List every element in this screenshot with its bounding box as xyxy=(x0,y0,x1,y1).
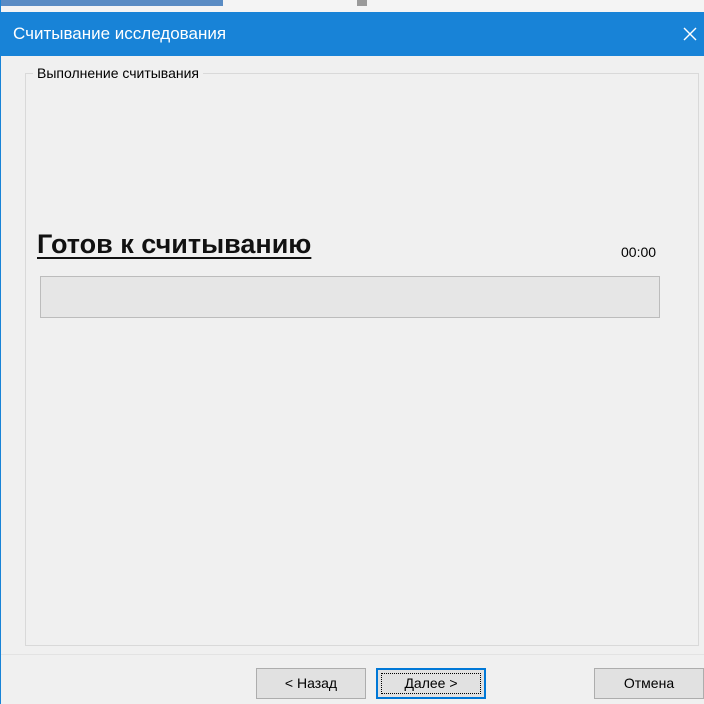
cancel-button[interactable]: Отмена xyxy=(594,668,704,699)
elapsed-timer: 00:00 xyxy=(621,244,657,260)
close-icon xyxy=(683,27,697,41)
background-accent-gray xyxy=(357,0,367,6)
close-button[interactable] xyxy=(675,12,704,56)
back-button[interactable]: < Назад xyxy=(256,668,366,699)
back-button-label: < Назад xyxy=(284,675,338,691)
progress-bar xyxy=(40,276,660,318)
background-strip xyxy=(1,0,704,12)
window-title: Считывание исследования xyxy=(13,24,227,43)
status-text: Готов к считыванию xyxy=(37,229,312,259)
next-button-label: Далее > xyxy=(404,675,458,691)
cancel-button-label: Отмена xyxy=(623,675,675,691)
title-bar[interactable]: Считывание исследования xyxy=(1,12,704,56)
groupbox-legend: Выполнение считывания xyxy=(33,64,204,82)
background-accent-blue xyxy=(1,0,223,6)
next-button[interactable]: Далее > xyxy=(376,668,486,699)
reading-groupbox xyxy=(25,73,699,646)
dialog-window: Считывание исследования Выполнение считы… xyxy=(0,0,704,704)
